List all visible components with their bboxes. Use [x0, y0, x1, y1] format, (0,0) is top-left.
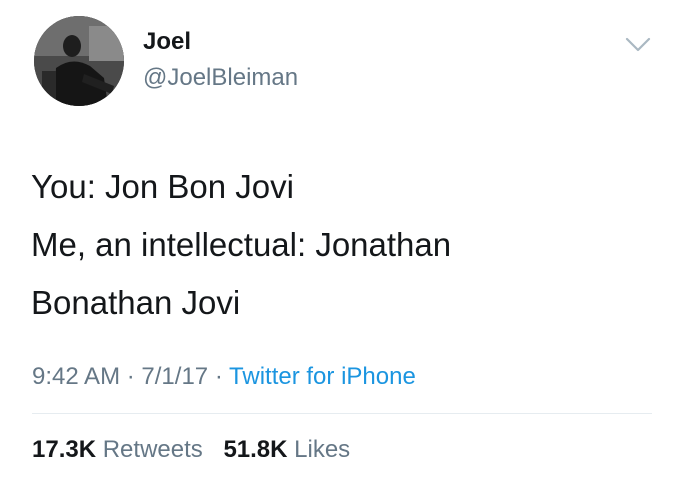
- tweet-meta: 9:42 AM · 7/1/17 · Twitter for iPhone: [32, 363, 416, 391]
- meta-separator: ·: [126, 363, 135, 390]
- user-handle[interactable]: @JoelBleiman: [143, 64, 298, 92]
- tweet-line: Me, an intellectual: Jonathan: [31, 226, 452, 263]
- likes-label: Likes: [294, 436, 351, 463]
- display-name[interactable]: Joel: [143, 28, 191, 56]
- retweets-count: 17.3K: [32, 436, 97, 463]
- divider: [32, 413, 652, 414]
- tweet-text: You: Jon Bon Jovi Me, an intellectual: J…: [31, 158, 631, 332]
- tweet-stats: 17.3K Retweets 51.8K Likes: [32, 436, 350, 464]
- profile-photo-icon: [34, 16, 124, 106]
- retweets-stat[interactable]: 17.3K Retweets: [32, 436, 209, 463]
- avatar[interactable]: [34, 16, 124, 106]
- tweet-card: Joel @JoelBleiman You: Jon Bon Jovi Me, …: [0, 0, 680, 486]
- likes-stat[interactable]: 51.8K Likes: [223, 436, 350, 463]
- retweets-label: Retweets: [102, 436, 203, 463]
- tweet-time[interactable]: 9:42 AM: [32, 363, 120, 390]
- tweet-source-link[interactable]: Twitter for iPhone: [229, 363, 416, 390]
- chevron-down-icon[interactable]: [624, 34, 652, 54]
- tweet-date[interactable]: 7/1/17: [141, 363, 208, 390]
- likes-count: 51.8K: [223, 436, 288, 463]
- tweet-line: You: Jon Bon Jovi: [31, 168, 294, 205]
- meta-separator: ·: [214, 363, 223, 390]
- tweet-line: Bonathan Jovi: [31, 284, 241, 321]
